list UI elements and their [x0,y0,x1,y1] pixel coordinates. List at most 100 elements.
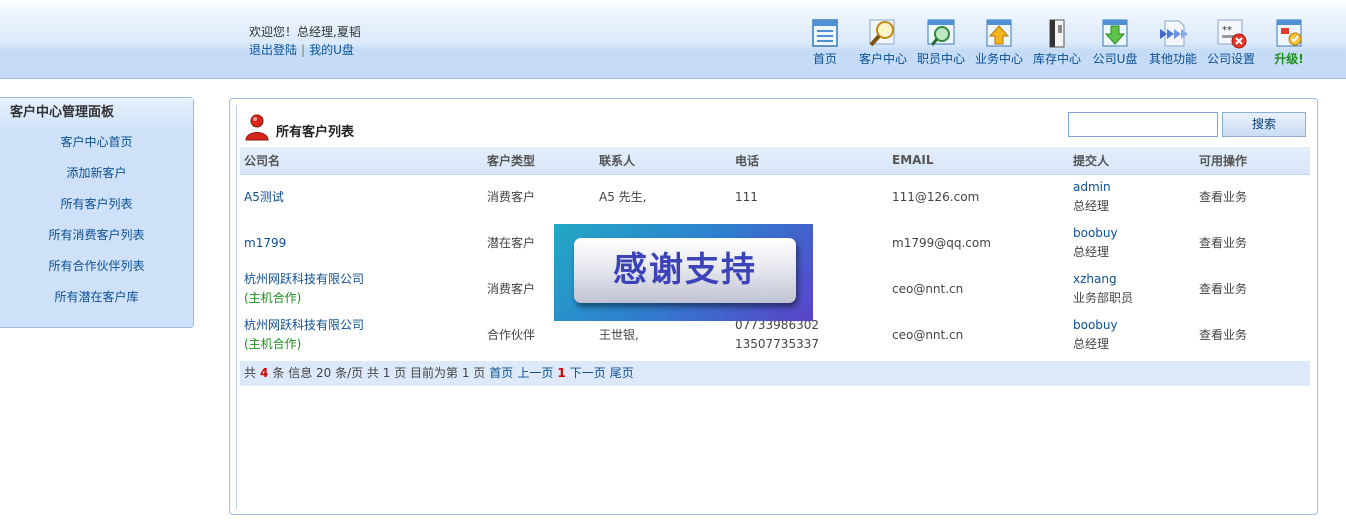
business-link[interactable]: 业务 [1223,282,1247,296]
last-page-link[interactable]: 尾页 [610,366,634,380]
pager-text: 条 信息 20 条/页 共 1 页 目前为第 1 页 [272,366,486,380]
sidebar-title: 客户中心管理面板 [0,98,193,127]
company-cell: 杭州网跃科技有限公司 (主机合作) [240,266,483,312]
submitter-link[interactable]: xzhang [1073,272,1117,286]
search-input[interactable] [1068,112,1218,137]
nav-label: 首页 [812,52,837,66]
column-header: 提交人 [1069,147,1195,175]
nav-other-functions[interactable]: 其他功能 [1144,14,1202,72]
download-arrow-icon [1102,19,1128,47]
submitter-cell: admin 总经理 [1069,174,1195,220]
view-link[interactable]: 查看 [1199,282,1223,296]
email-cell: ceo@nnt.cn [892,327,964,342]
type-cell: 消费客户 [487,189,536,204]
document-list-icon [812,19,838,47]
welcome-text: 欢迎您！总经理,夏韬 [249,25,361,39]
nav-upgrade[interactable]: 升级! [1260,14,1318,72]
magnifier-icon [869,19,895,47]
company-note: (主机合作) [244,337,302,351]
total-count: 4 [260,366,269,380]
view-link[interactable]: 查看 [1199,328,1223,342]
view-link[interactable]: 查看 [1199,236,1223,250]
operations-cell: 查看业务 [1195,312,1310,358]
company-link[interactable]: m1799 [244,236,286,250]
column-header: 联系人 [595,147,731,175]
sidebar-item-partners[interactable]: 所有合作伙伴列表 [0,251,193,282]
nav-label: 其他功能 [1148,52,1197,66]
banner-text: 感谢支持 [574,238,796,303]
company-cell: 杭州网跃科技有限公司 (主机合作) [240,312,483,358]
search-button[interactable]: 搜索 [1222,112,1306,137]
forward-arrows-icon [1160,20,1188,47]
link-separator: | [301,43,306,57]
sidebar-item-customer-home[interactable]: 客户中心首页 [0,127,193,158]
nav-company-settings[interactable]: ** 公司设置 [1202,14,1260,72]
user-icon [245,114,269,141]
sidebar-item-all-customers[interactable]: 所有客户列表 [0,189,193,220]
company-link[interactable]: A5测试 [244,190,284,204]
submitter-role: 业务部职员 [1073,291,1134,305]
next-page-link[interactable]: 下一页 [570,366,606,380]
company-cell: A5测试 [240,174,483,220]
sidebar-item-add-customer[interactable]: 添加新客户 [0,158,193,189]
column-header: 客户类型 [483,147,595,175]
company-link[interactable]: 杭州网跃科技有限公司 [244,318,364,332]
user-links: 退出登陆 | 我的U盘 [249,43,361,58]
nav-label: 业务中心 [974,52,1023,66]
column-header: 可用操作 [1195,147,1310,175]
panel-divider [236,105,237,509]
submitter-link[interactable]: admin [1073,180,1111,194]
first-page-link[interactable]: 首页 [489,366,513,380]
submitter-cell: xzhang 业务部职员 [1069,266,1195,312]
upgrade-icon [1276,19,1302,47]
view-link[interactable]: 查看 [1199,190,1223,204]
column-header: 电话 [731,147,888,175]
nav-label: 公司U盘 [1092,52,1138,66]
company-link[interactable]: 杭州网跃科技有限公司 [244,272,364,286]
nav-business-center[interactable]: 业务中心 [970,14,1028,72]
submitter-role: 总经理 [1073,199,1110,214]
submitter-link[interactable]: boobuy [1073,318,1118,332]
nav-label: 客户中心 [858,52,907,66]
nav-label: 库存中心 [1032,52,1081,66]
nav-home[interactable]: 首页 [796,14,854,72]
sidebar-item-consumer-customers[interactable]: 所有消费客户列表 [0,220,193,251]
nav-company-disk[interactable]: 公司U盘 [1086,14,1144,72]
thanks-banner: 感谢支持 [554,224,813,321]
business-link[interactable]: 业务 [1223,236,1247,250]
phone-2: 13507735337 [735,337,819,351]
nav-label: 职员中心 [916,52,965,66]
refresh-search-icon [927,19,955,46]
company-note: (主机合作) [244,291,302,305]
column-header: 公司名 [240,147,483,175]
current-page: 1 [557,366,566,380]
email-cell: ceo@nnt.cn [892,281,964,296]
column-header: EMAIL [888,147,1069,175]
logout-link[interactable]: 退出登陆 [249,43,297,57]
contact-cell: A5 先生, [599,189,647,204]
business-link[interactable]: 业务 [1223,328,1247,342]
upload-arrow-icon [986,19,1012,47]
pager-text: 共 [244,366,257,380]
nav-staff-center[interactable]: 职员中心 [912,14,970,72]
binder-icon [1049,19,1065,48]
panel-title: 所有客户列表 [244,113,354,141]
nav-label: 公司设置 [1206,52,1255,66]
sidebar-menu: 客户中心首页 添加新客户 所有客户列表 所有消费客户列表 所有合作伙伴列表 所有… [0,127,193,313]
phone-cell: 111 [735,189,758,204]
nav-customer-center[interactable]: 客户中心 [854,14,912,72]
table-row: A5测试 消费客户 A5 先生, 111 111@126.com admin 总经… [240,174,1310,220]
nav-inventory-center[interactable]: 库存中心 [1028,14,1086,72]
company-cell: m1799 [240,220,483,266]
top-header: 欢迎您！总经理,夏韬 退出登陆 | 我的U盘 首页 客户中心 职员中心 业务中心… [0,0,1346,79]
submitter-cell: boobuy 总经理 [1069,312,1195,358]
operations-cell: 查看业务 [1195,266,1310,312]
sidebar-item-potential-customers[interactable]: 所有潜在客户库 [0,282,193,313]
my-disk-link[interactable]: 我的U盘 [309,43,354,57]
submitter-link[interactable]: boobuy [1073,226,1118,240]
settings-window-icon: ** [1217,19,1247,49]
submitter-cell: boobuy 总经理 [1069,220,1195,266]
business-link[interactable]: 业务 [1223,190,1247,204]
main-nav: 首页 客户中心 职员中心 业务中心 库存中心 公司U盘 其他功能 ** 公司设置… [796,14,1318,74]
prev-page-link[interactable]: 上一页 [517,366,553,380]
